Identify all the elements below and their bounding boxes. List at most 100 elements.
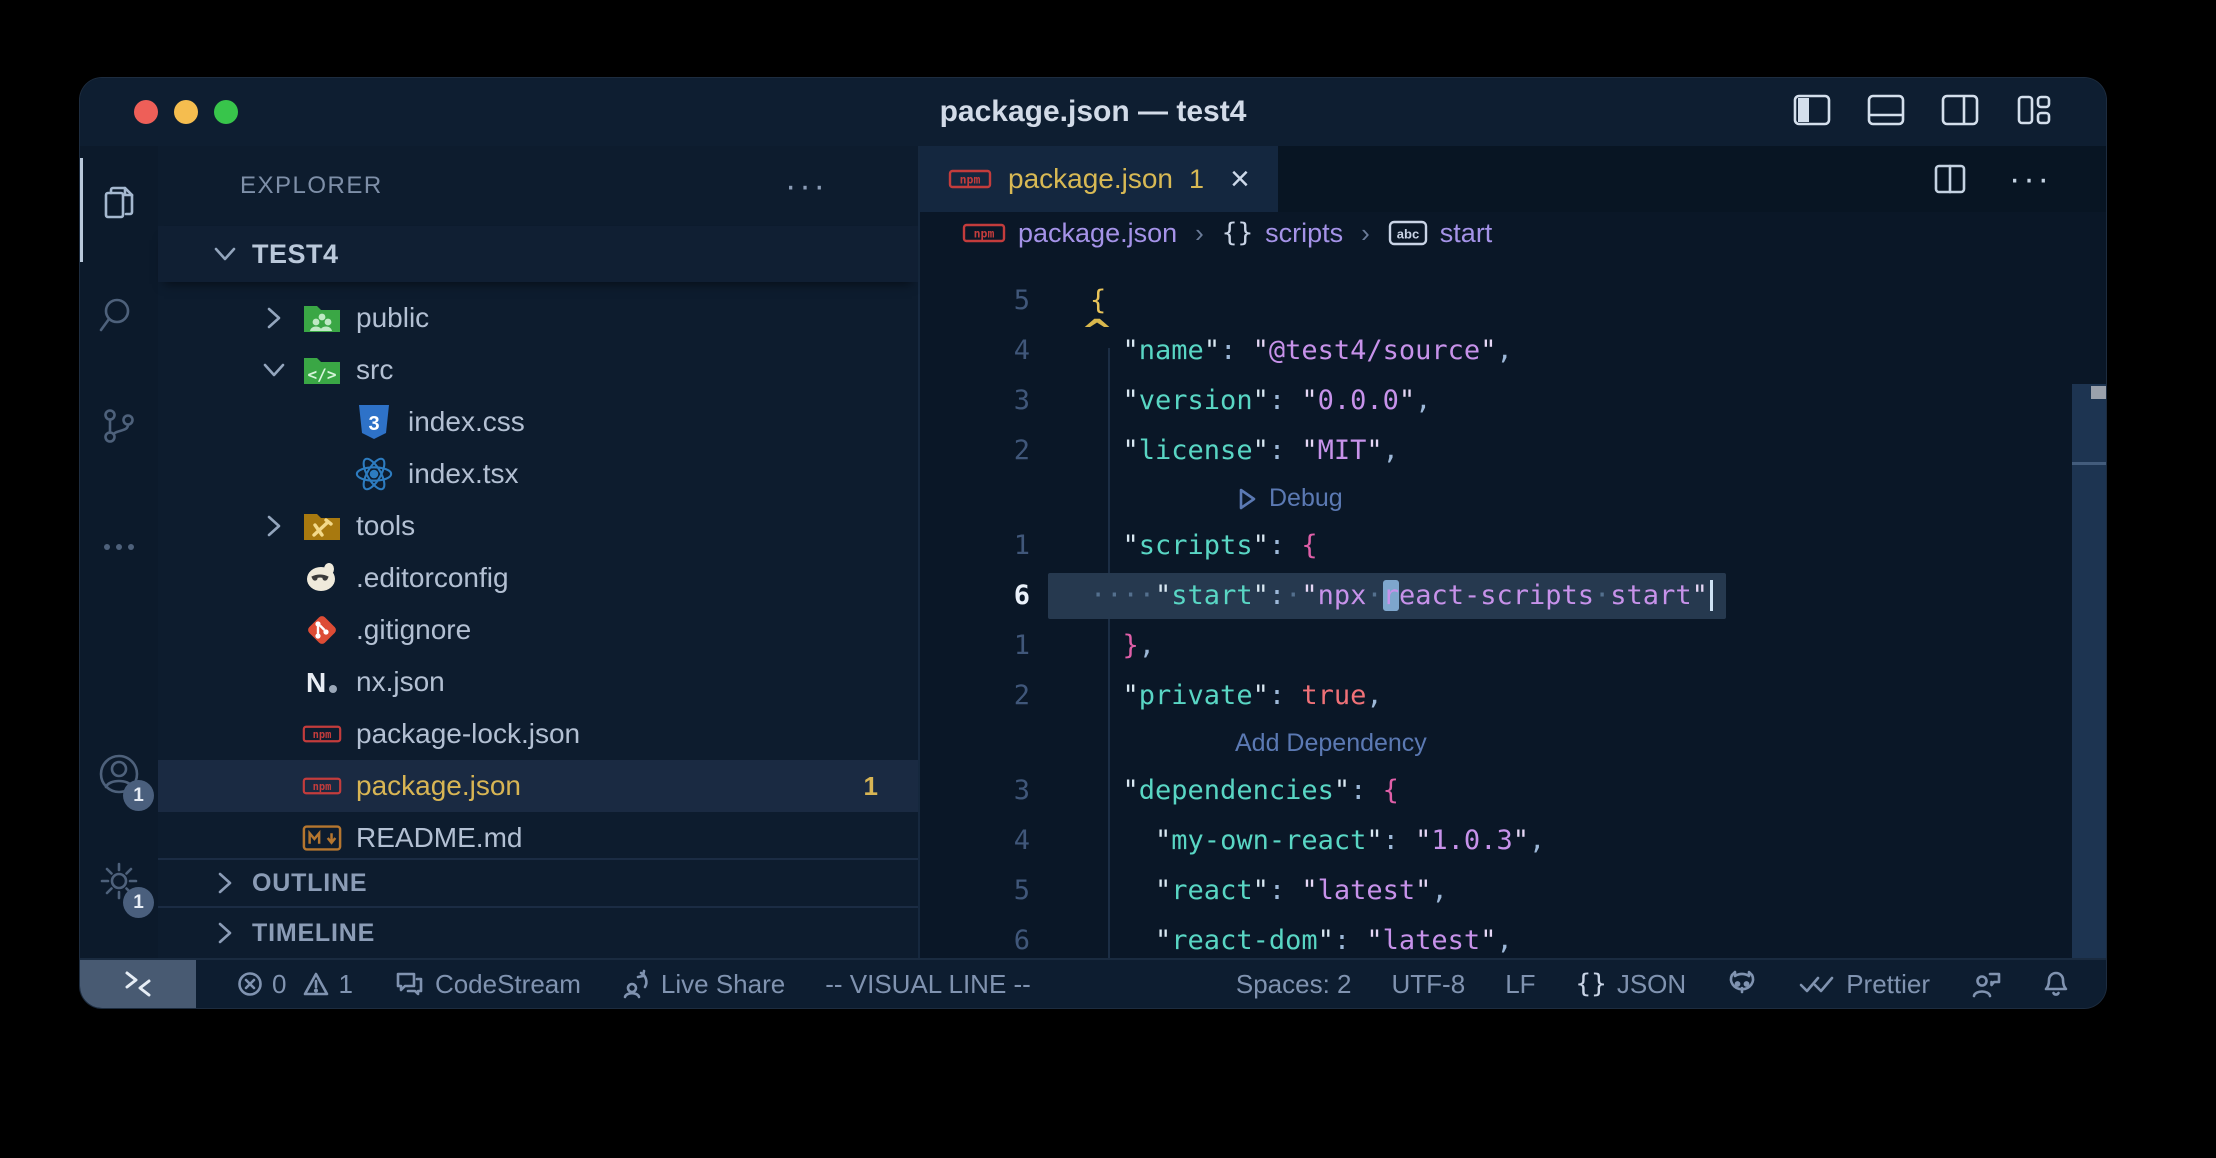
status-github-feedback[interactable] <box>1726 969 1758 999</box>
status-live-share[interactable]: Live Share <box>621 969 785 1000</box>
line-number[interactable]: 3 <box>920 766 1030 816</box>
scrollbar-thumb[interactable] <box>2072 384 2106 958</box>
activity-explorer-button[interactable] <box>80 164 158 242</box>
sidebar-explorer: EXPLORER ··· TEST4 public</>src3index.cs… <box>158 146 920 958</box>
breadcrumb-scripts[interactable]: {}scripts <box>1222 218 1343 249</box>
breadcrumb-start[interactable]: abcstart <box>1388 218 1493 249</box>
line-number[interactable]: 5 <box>920 866 1030 916</box>
tree-item--editorconfig[interactable]: .editorconfig <box>158 552 918 604</box>
tree-item--gitignore[interactable]: .gitignore <box>158 604 918 656</box>
title-bar: package.json — test4 <box>80 78 2106 146</box>
outline-section-header[interactable]: OUTLINE <box>158 858 918 906</box>
toggle-panel-button[interactable] <box>1866 92 1906 133</box>
notifications-icon <box>2042 969 2070 999</box>
warning-count: 1 <box>338 969 352 1000</box>
line-number[interactable]: 3 <box>920 376 1030 426</box>
tree-item-nx-json[interactable]: Nnx.json <box>158 656 918 708</box>
tree-item-package-json[interactable]: npmpackage.json1 <box>158 760 918 812</box>
warnings-icon <box>302 970 330 998</box>
toggle-sidebar-left-button[interactable] <box>1792 92 1832 133</box>
code-line[interactable]: 1 "scripts": { <box>920 521 2106 571</box>
status-vim-mode[interactable]: -- VISUAL LINE -- <box>825 969 1031 1000</box>
status-problems[interactable]: 01 <box>236 969 353 1000</box>
status-codestream[interactable]: CodeStream <box>393 969 581 1000</box>
code-line[interactable]: 4 "my-own-react": "1.0.3", <box>920 816 2106 866</box>
customize-layout-button[interactable] <box>2014 92 2054 133</box>
code-editor[interactable]: ^ 5{4 "name": "@test4/source",3 "version… <box>920 254 2106 958</box>
tree-item-readme-md[interactable]: README.md <box>158 812 918 858</box>
tree-item-public[interactable]: public <box>158 292 918 344</box>
tree-item-src[interactable]: </>src <box>158 344 918 396</box>
close-tab-button[interactable]: × <box>1230 164 1250 194</box>
codelens-add-dependency[interactable]: Add Dependency <box>1235 721 1427 766</box>
status-formatter[interactable]: Prettier <box>1798 969 1930 1000</box>
code-line[interactable]: 3 "dependencies": { <box>920 766 2106 816</box>
vscode-window: package.json — test4 1 1 EXPLORER ··· <box>80 78 2106 1008</box>
toggle-sidebar-right-button[interactable] <box>1940 92 1980 133</box>
line-content: "my-own-react": "1.0.3", <box>1090 816 1545 866</box>
codelens-label: Debug <box>1269 476 1343 521</box>
line-content: "name": "@test4/source", <box>1090 326 1513 376</box>
line-number[interactable]: 1 <box>920 521 1030 571</box>
tab-problem-badge: 1 <box>1189 164 1204 195</box>
tree-item-tools[interactable]: tools <box>158 500 918 552</box>
status-eol[interactable]: LF <box>1505 969 1535 1000</box>
code-line[interactable]: 6····"start":·"npx·react-scripts·start" <box>920 571 2106 621</box>
toggle-sidebar-left-icon <box>1792 92 1832 128</box>
settings-button[interactable]: 1 <box>80 842 158 920</box>
root-folder-label: TEST4 <box>252 239 339 270</box>
status-indentation[interactable]: Spaces: 2 <box>1236 969 1352 1000</box>
editor-more-actions-button[interactable]: ··· <box>2009 171 2052 187</box>
tab-package-json[interactable]: npm package.json 1 × <box>920 146 1278 212</box>
code-line[interactable]: 2 "license": "MIT", <box>920 426 2106 476</box>
code-line[interactable]: 5 "react": "latest", <box>920 866 2106 916</box>
activity-bar: 1 1 <box>80 146 158 958</box>
code-line[interactable]: 3 "version": "0.0.0", <box>920 376 2106 426</box>
line-number[interactable]: 6 <box>920 916 1030 958</box>
status-encoding[interactable]: UTF-8 <box>1392 969 1466 1000</box>
line-number[interactable]: 5 <box>920 276 1030 326</box>
line-number[interactable]: 4 <box>920 326 1030 376</box>
line-number[interactable]: 2 <box>920 671 1030 721</box>
timeline-label: TIMELINE <box>252 919 375 948</box>
line-number[interactable]: 4 <box>920 816 1030 866</box>
tree-root-test4[interactable]: TEST4 <box>158 226 918 282</box>
tree-item-index-tsx[interactable]: index.tsx <box>158 448 918 500</box>
chevron-down-icon <box>246 359 302 381</box>
split-editor-button[interactable] <box>1931 160 1969 198</box>
tree-item-label: index.css <box>408 406 525 438</box>
svg-text:npm: npm <box>313 781 332 793</box>
explorer-actions-button[interactable]: ··· <box>785 176 828 196</box>
line-number[interactable]: 1 <box>920 621 1030 671</box>
activity-search-button[interactable] <box>80 276 158 354</box>
settings-badge: 1 <box>123 887 154 918</box>
tree-item-package-lock-json[interactable]: npmpackage-lock.json <box>158 708 918 760</box>
code-line[interactable]: 6 "react-dom": "latest", <box>920 916 2106 958</box>
status-feedback[interactable] <box>1970 969 2002 999</box>
code-line[interactable]: 1 }, <box>920 621 2106 671</box>
status-remote-indicator[interactable] <box>80 960 196 1008</box>
markdown-icon <box>302 818 342 858</box>
folder-public-icon <box>302 298 342 338</box>
breadcrumb-package-json[interactable]: npmpackage.json <box>962 218 1177 249</box>
line-number[interactable]: 6 <box>920 571 1030 621</box>
editor-scrollbar[interactable] <box>2072 384 2106 958</box>
svg-text:N: N <box>306 667 326 698</box>
svg-text:3: 3 <box>368 413 379 435</box>
activity-source-control-button[interactable] <box>80 388 158 466</box>
accounts-button[interactable]: 1 <box>80 735 158 813</box>
tree-item-index-css[interactable]: 3 index.css <box>158 396 918 448</box>
codelens-debug[interactable]: Debug <box>1235 476 1343 521</box>
customize-layout-icon <box>2014 92 2054 128</box>
timeline-section-header[interactable]: TIMELINE <box>158 906 918 958</box>
line-number[interactable]: 2 <box>920 426 1030 476</box>
status-language-mode[interactable]: {}JSON <box>1576 969 1687 1000</box>
status-notifications[interactable] <box>2042 969 2070 999</box>
code-line[interactable]: 2 "private": true, <box>920 671 2106 721</box>
codestream-label: CodeStream <box>435 969 581 1000</box>
warning-squiggle: ^ <box>1083 314 1110 349</box>
activity-more-button[interactable] <box>80 500 158 578</box>
overview-ruler-line <box>2072 462 2106 465</box>
css-icon: 3 <box>354 402 394 442</box>
chevron-right-icon <box>246 513 302 539</box>
